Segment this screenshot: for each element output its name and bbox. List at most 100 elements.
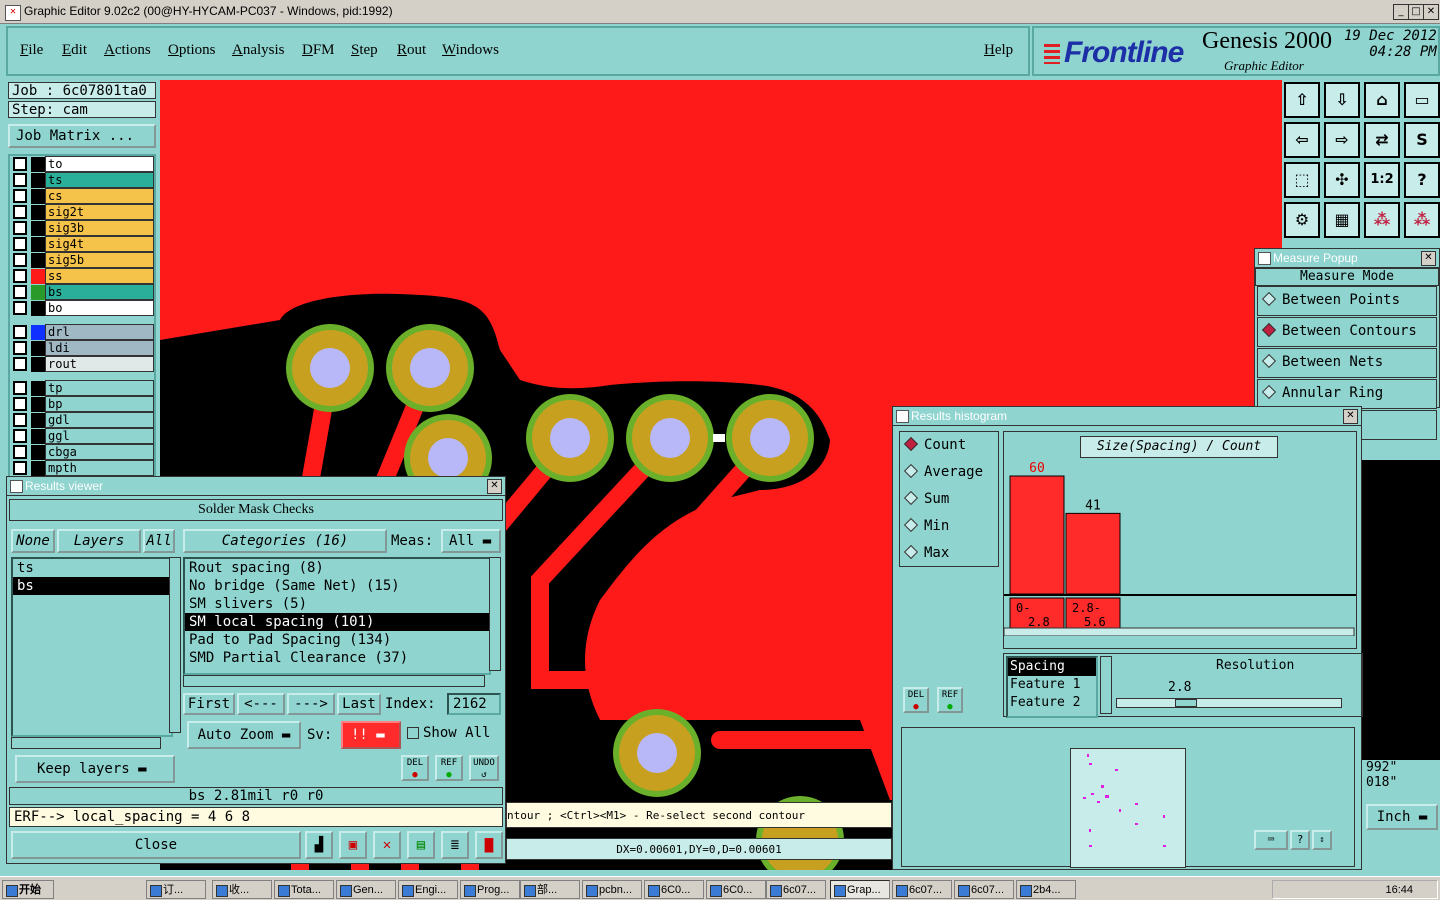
layer-checkbox[interactable] bbox=[13, 325, 27, 339]
category-item[interactable]: No bridge (Same Net) (15) bbox=[185, 577, 489, 595]
histogram-close-icon[interactable]: ✕ bbox=[1343, 409, 1358, 424]
menu-dfm[interactable]: DFM bbox=[302, 42, 335, 59]
measure-option[interactable]: Annular Ring bbox=[1257, 379, 1437, 409]
taskbar-item[interactable]: Gen... bbox=[336, 880, 396, 899]
taskbar-item[interactable]: Tota... bbox=[274, 880, 334, 899]
spacing-scrollbar[interactable] bbox=[1100, 656, 1112, 714]
histogram-bar[interactable] bbox=[1065, 512, 1121, 595]
layer-checkbox[interactable] bbox=[13, 285, 27, 299]
taskbar-item[interactable]: 6C0... bbox=[706, 880, 766, 899]
histogram-mode-option[interactable]: Count bbox=[900, 432, 998, 459]
histogram-mode-option[interactable]: Average bbox=[900, 459, 998, 486]
sv-select[interactable]: !! ▬ bbox=[341, 721, 401, 749]
layer-row-cs[interactable]: cs bbox=[10, 188, 154, 204]
next-button[interactable]: ---> bbox=[287, 693, 335, 715]
keyboard-icon[interactable]: ⌨ bbox=[1254, 830, 1288, 850]
center-icon[interactable]: ✣ bbox=[1324, 162, 1360, 198]
resolution-slider[interactable] bbox=[1116, 698, 1342, 708]
taskbar-item[interactable]: 收... bbox=[212, 880, 272, 899]
last-button[interactable]: Last bbox=[337, 693, 381, 715]
menu-step[interactable]: Step bbox=[351, 42, 378, 59]
menu-help[interactable]: Help bbox=[984, 42, 1013, 59]
layer-row-sig2t[interactable]: sig2t bbox=[10, 204, 154, 220]
menu-actions[interactable]: Actions bbox=[104, 42, 151, 59]
layer-row-sig3b[interactable]: sig3b bbox=[10, 220, 154, 236]
layer-checkbox[interactable] bbox=[13, 173, 27, 187]
close-button[interactable]: Close bbox=[11, 831, 301, 859]
results-viewer-close-icon[interactable]: ✕ bbox=[487, 479, 502, 494]
layer-row-ggl[interactable]: ggl bbox=[10, 428, 154, 444]
first-button[interactable]: First bbox=[183, 693, 235, 715]
layer-checkbox[interactable] bbox=[13, 413, 27, 427]
snap-icon[interactable]: S bbox=[1404, 122, 1440, 158]
hist-ref-button[interactable]: REF ● bbox=[937, 687, 963, 713]
layer-row-mpth[interactable]: mpth bbox=[10, 460, 154, 476]
taskbar-item[interactable]: 6c07... bbox=[766, 880, 826, 899]
prev-button[interactable]: <--- bbox=[237, 693, 285, 715]
measure-option[interactable]: Between Contours bbox=[1257, 317, 1437, 347]
net-icon[interactable]: ⁂ bbox=[1364, 202, 1400, 238]
category-item[interactable]: SMD Partial Clearance (37) bbox=[185, 649, 489, 667]
layer-row-rout[interactable]: rout bbox=[10, 356, 154, 372]
scale-icon[interactable]: 1:2 bbox=[1364, 162, 1400, 198]
help-icon[interactable]: ? bbox=[1404, 162, 1440, 198]
layer-row-cbga[interactable]: cbga bbox=[10, 444, 154, 460]
undo-button[interactable]: UNDO ↺ bbox=[469, 755, 499, 781]
index-input[interactable]: 2162 bbox=[447, 693, 501, 715]
taskbar-item[interactable]: 2b4... bbox=[1016, 880, 1076, 899]
menu-windows[interactable]: Windows bbox=[442, 42, 499, 59]
layer-row-gdl[interactable]: gdl bbox=[10, 412, 154, 428]
report-icon[interactable]: ▣ bbox=[339, 831, 367, 859]
layer-row-ts[interactable]: ts bbox=[10, 172, 154, 188]
home-icon[interactable]: ⌂ bbox=[1364, 82, 1400, 118]
layer-row-to[interactable]: to bbox=[10, 156, 154, 172]
start-button[interactable]: 开始 bbox=[2, 880, 54, 899]
layer-checkbox[interactable] bbox=[13, 357, 27, 371]
layer-row-drl[interactable]: drl bbox=[10, 324, 154, 340]
category-scrollbar[interactable] bbox=[489, 557, 501, 671]
show-all-checkbox[interactable] bbox=[407, 727, 419, 739]
layer-checkbox[interactable] bbox=[13, 397, 27, 411]
all-layers-button[interactable]: All bbox=[143, 529, 175, 553]
net2-icon[interactable]: ⁂ bbox=[1404, 202, 1440, 238]
measure-option[interactable]: Between Points bbox=[1257, 286, 1437, 316]
layer-checkbox[interactable] bbox=[13, 461, 27, 475]
histogram-mode-option[interactable]: Sum bbox=[900, 486, 998, 513]
spin-icon[interactable]: ⇕ bbox=[1312, 830, 1332, 850]
pan-left-icon[interactable]: ⇦ bbox=[1284, 122, 1320, 158]
none-button[interactable]: None bbox=[11, 529, 55, 553]
grid-icon[interactable]: ▦ bbox=[1324, 202, 1360, 238]
layer-row-ldi[interactable]: ldi bbox=[10, 340, 154, 356]
layer-list-hscrollbar[interactable] bbox=[11, 737, 161, 749]
job-matrix-button[interactable]: Job Matrix ... bbox=[8, 124, 156, 148]
layer-row-ss[interactable]: ss bbox=[10, 268, 154, 284]
taskbar-item[interactable]: Prog... bbox=[460, 880, 520, 899]
categories-button[interactable]: Categories (16) bbox=[183, 529, 387, 553]
histogram-icon[interactable]: ▇ bbox=[475, 831, 503, 859]
notes-icon[interactable]: ≣ bbox=[441, 831, 469, 859]
zoom-down-icon[interactable]: ⇩ bbox=[1324, 82, 1360, 118]
close-window-button[interactable]: ✕ bbox=[1423, 4, 1439, 20]
spacing-list-item[interactable]: Spacing bbox=[1008, 658, 1096, 676]
layer-checkbox[interactable] bbox=[13, 445, 27, 459]
taskbar-item[interactable]: pcbn... bbox=[582, 880, 642, 899]
minimize-button[interactable]: _ bbox=[1393, 4, 1409, 20]
layer-checkbox[interactable] bbox=[13, 253, 27, 267]
menu-file[interactable]: File bbox=[20, 42, 43, 59]
taskbar-item[interactable]: 6c07... bbox=[954, 880, 1014, 899]
category-item[interactable]: SM local spacing (101) bbox=[185, 613, 489, 631]
del-button[interactable]: DEL ● bbox=[401, 755, 429, 781]
layer-checkbox[interactable] bbox=[13, 221, 27, 235]
taskbar-item[interactable]: 6C0... bbox=[644, 880, 704, 899]
menu-edit[interactable]: Edit bbox=[62, 42, 87, 59]
category-item[interactable]: SM slivers (5) bbox=[185, 595, 489, 613]
category-item[interactable]: Pad to Pad Spacing (134) bbox=[185, 631, 489, 649]
meas-select[interactable]: All ▬ bbox=[441, 529, 501, 553]
spacing-list[interactable]: Spacing Feature 1 Feature 2 bbox=[1006, 656, 1098, 718]
taskbar-item[interactable]: 订... bbox=[146, 880, 206, 899]
layer-row-tp[interactable]: tp bbox=[10, 380, 154, 396]
menu-rout[interactable]: Rout bbox=[397, 42, 426, 59]
units-select[interactable]: Inch ▬ bbox=[1366, 804, 1438, 830]
layer-row-bp[interactable]: bp bbox=[10, 396, 154, 412]
layer-row-bs[interactable]: bs bbox=[10, 284, 154, 300]
